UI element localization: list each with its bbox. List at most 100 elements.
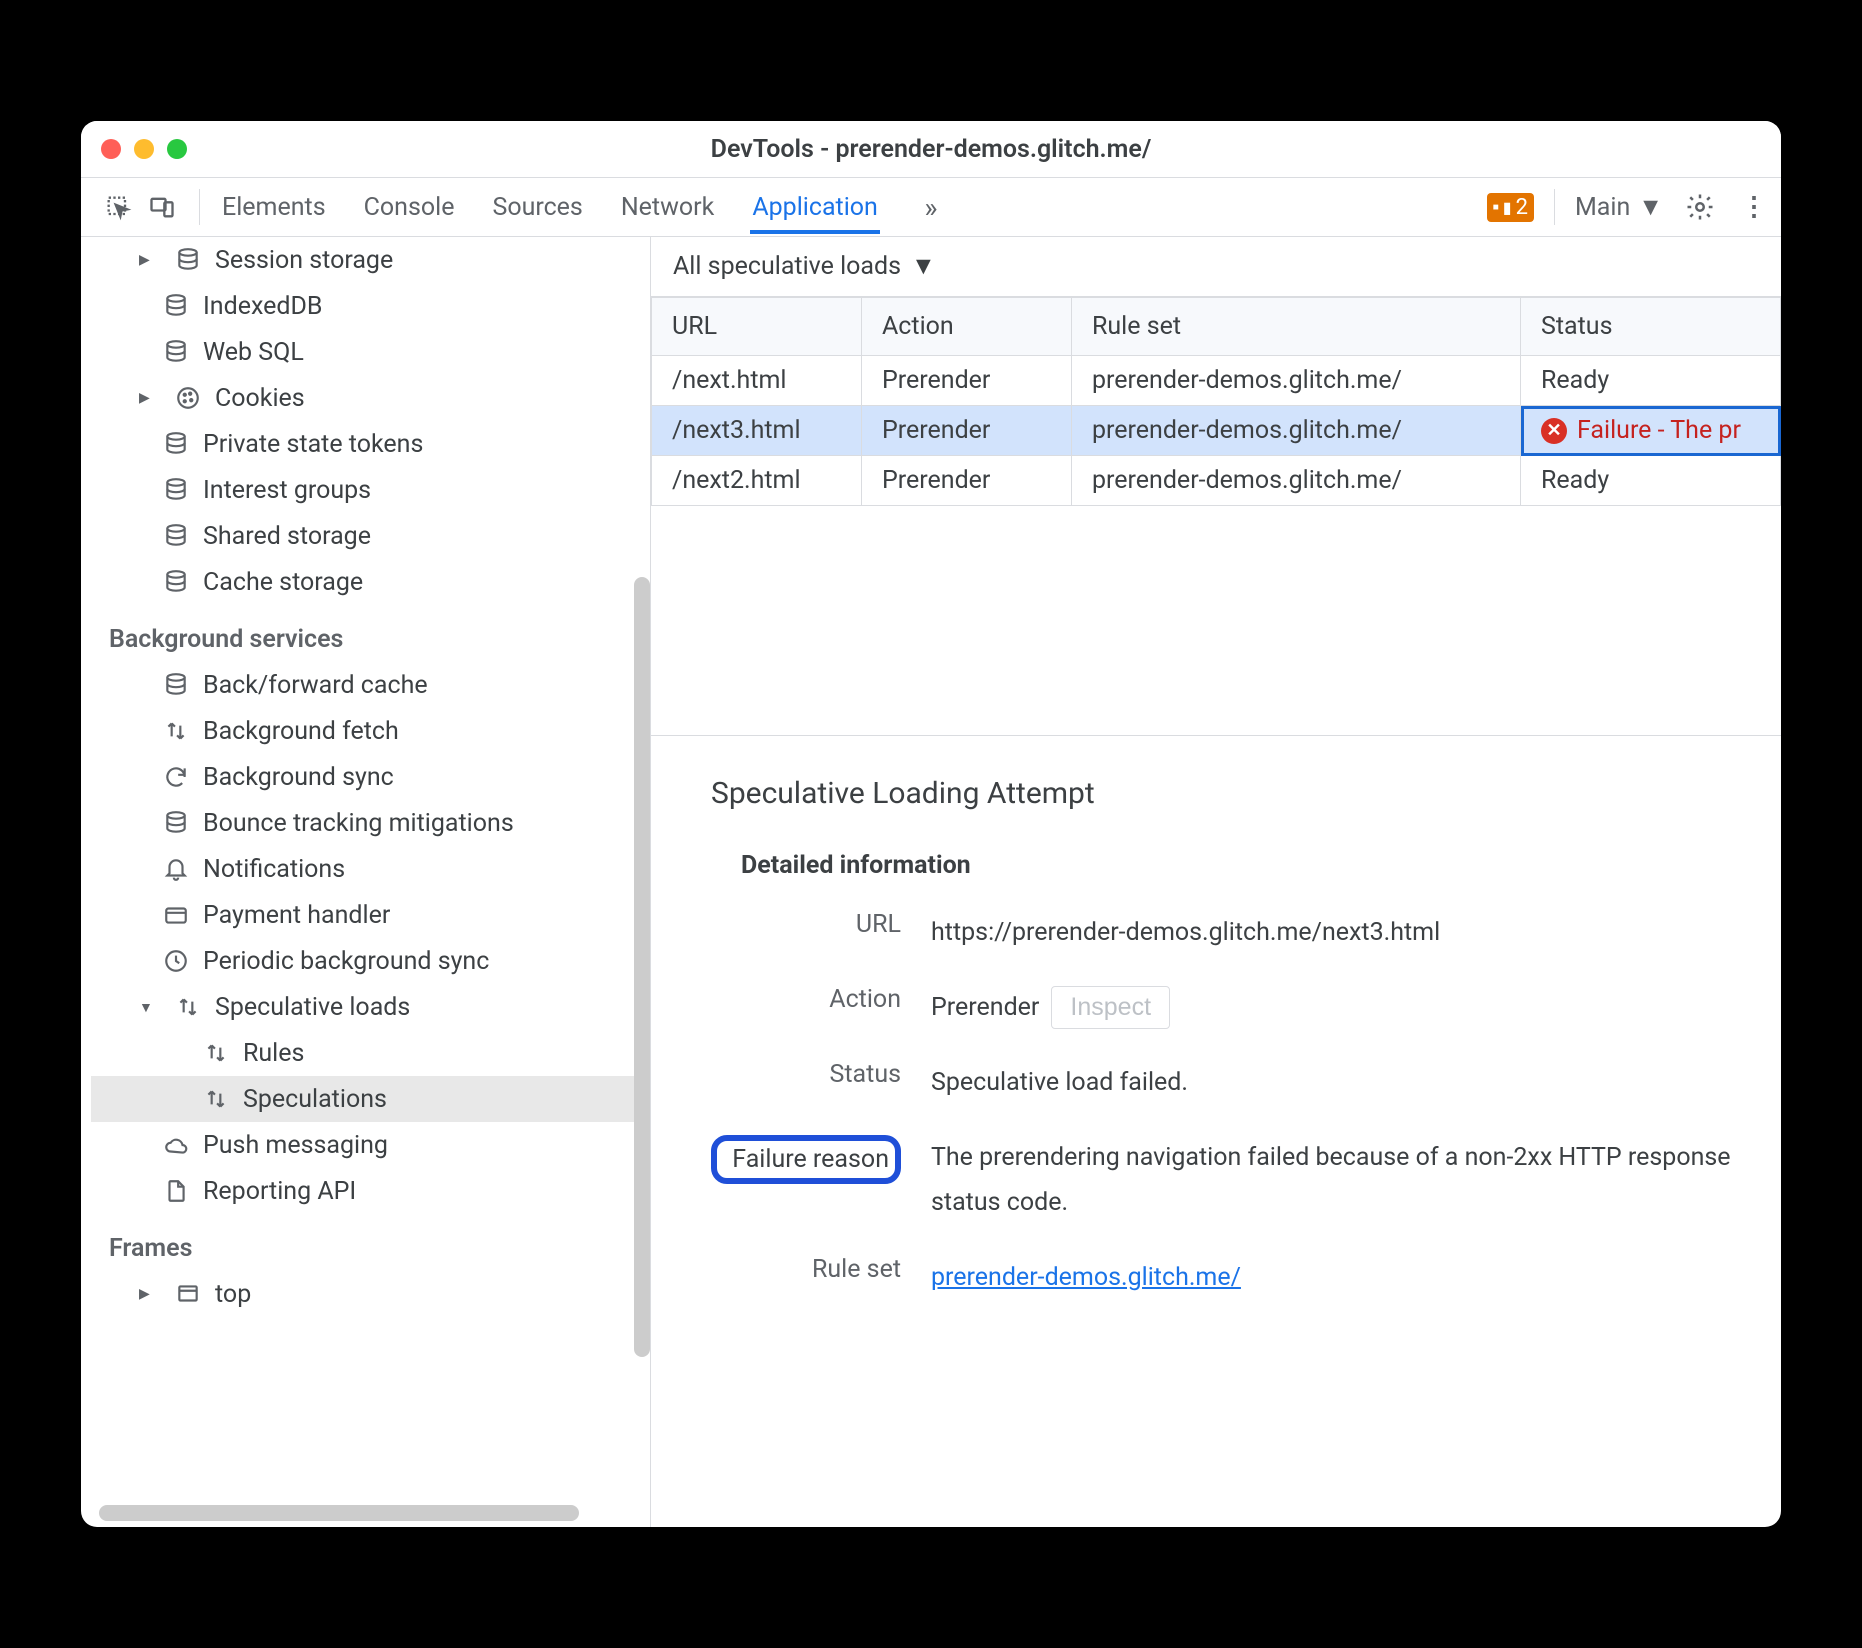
gear-icon[interactable] <box>1683 190 1717 224</box>
cell-status: ✕Failure - The pr <box>1521 406 1781 456</box>
sidebar-item-session-storage[interactable]: Session storage <box>91 237 650 283</box>
db-icon <box>161 291 191 321</box>
db-icon <box>173 245 203 275</box>
tab-elements[interactable]: Elements <box>220 181 328 234</box>
cell-ruleset: prerender-demos.glitch.me/ <box>1072 456 1521 506</box>
bg-services-heading: Background services <box>81 605 650 662</box>
card-icon <box>161 900 191 930</box>
caret-icon <box>139 1286 157 1302</box>
window-title: DevTools - prerender-demos.glitch.me/ <box>101 135 1761 164</box>
detail-ruleset-key: Rule set <box>711 1255 901 1284</box>
sidebar-item-cache-storage[interactable]: Cache storage <box>91 559 650 605</box>
sidebar-item-indexeddb[interactable]: IndexedDB <box>91 283 650 329</box>
col-url[interactable]: URL <box>652 298 862 356</box>
sidebar-item-private-state-tokens[interactable]: Private state tokens <box>91 421 650 467</box>
warnings-badge[interactable]: ▮2 <box>1487 193 1534 222</box>
col-action[interactable]: Action <box>862 298 1072 356</box>
tab-network[interactable]: Network <box>619 181 716 234</box>
cell-ruleset: prerender-demos.glitch.me/ <box>1072 356 1521 406</box>
sidebar-item-background-sync[interactable]: Background sync <box>91 754 650 800</box>
detail-subheading: Detailed information <box>741 851 1731 880</box>
detail-pane: Speculative Loading Attempt Detailed inf… <box>651 736 1781 1350</box>
sidebar-item-label: Periodic background sync <box>203 947 489 976</box>
table-row[interactable]: /next2.htmlPrerenderprerender-demos.glit… <box>652 456 1781 506</box>
sync-icon <box>161 762 191 792</box>
updown-icon <box>173 992 203 1022</box>
content-toolbar: All speculative loads ▼ <box>651 237 1781 297</box>
cell-ruleset: prerender-demos.glitch.me/ <box>1072 406 1521 456</box>
zoom-button[interactable] <box>167 139 187 159</box>
more-tabs-icon[interactable]: » <box>914 190 948 224</box>
sidebar-horizontal-scrollbar[interactable] <box>99 1505 579 1521</box>
cell-status: Ready <box>1521 356 1781 406</box>
sidebar-item-bounce-tracking-mitigations[interactable]: Bounce tracking mitigations <box>91 800 650 846</box>
db-icon <box>161 429 191 459</box>
sidebar-item-reporting-api[interactable]: Reporting API <box>91 1168 650 1214</box>
inspect-button[interactable]: Inspect <box>1051 986 1170 1029</box>
sidebar-item-label: Cookies <box>215 384 305 413</box>
db-icon <box>161 521 191 551</box>
caret-icon <box>139 390 157 406</box>
cell-action: Prerender <box>862 456 1072 506</box>
sidebar-item-background-fetch[interactable]: Background fetch <box>91 708 650 754</box>
status-text: Failure - The pr <box>1577 416 1741 445</box>
sidebar-item-label: Bounce tracking mitigations <box>203 809 514 838</box>
minimize-button[interactable] <box>134 139 154 159</box>
sidebar-item-speculative-loads[interactable]: Speculative loads <box>91 984 650 1030</box>
db-icon <box>161 670 191 700</box>
sidebar-item-back-forward-cache[interactable]: Back/forward cache <box>91 662 650 708</box>
frames-heading: Frames <box>81 1214 650 1271</box>
db-icon <box>161 475 191 505</box>
device-icon[interactable] <box>145 190 179 224</box>
sidebar-vertical-scrollbar[interactable] <box>634 577 650 1357</box>
inspect-icon[interactable] <box>101 190 135 224</box>
table-row[interactable]: /next.htmlPrerenderprerender-demos.glitc… <box>652 356 1781 406</box>
clock-icon <box>161 946 191 976</box>
cell-url: /next.html <box>652 356 862 406</box>
filter-label: All speculative loads <box>673 252 901 281</box>
sidebar-item-payment-handler[interactable]: Payment handler <box>91 892 650 938</box>
table-row[interactable]: /next3.htmlPrerenderprerender-demos.glit… <box>652 406 1781 456</box>
sidebar-item-push-messaging[interactable]: Push messaging <box>91 1122 650 1168</box>
sidebar-item-label: Background sync <box>203 763 394 792</box>
detail-action-value: PrerenderInspect <box>931 985 1731 1030</box>
sidebar-item-label: Cache storage <box>203 568 363 597</box>
sidebar-item-speculations[interactable]: Speculations <box>91 1076 650 1122</box>
devtools-window: DevTools - prerender-demos.glitch.me/ El… <box>81 121 1781 1527</box>
cell-url: /next3.html <box>652 406 862 456</box>
col-status[interactable]: Status <box>1521 298 1781 356</box>
panel-tabs: Elements Console Sources Network Applica… <box>220 181 948 234</box>
warnings-count: 2 <box>1516 195 1528 220</box>
sidebar: Session storage IndexedDBWeb SQL Cookies Pr… <box>81 237 651 1527</box>
sidebar-item-label: Session storage <box>215 246 393 275</box>
sidebar-item-label: Notifications <box>203 855 345 884</box>
sidebar-item-label: Private state tokens <box>203 430 423 459</box>
detail-ruleset-link[interactable]: prerender-demos.glitch.me/ <box>931 1263 1241 1292</box>
status-text: Ready <box>1541 366 1609 395</box>
cell-action: Prerender <box>862 356 1072 406</box>
filter-dropdown[interactable]: All speculative loads ▼ <box>673 252 936 281</box>
sidebar-item-cookies[interactable]: Cookies <box>91 375 650 421</box>
tab-sources[interactable]: Sources <box>490 181 584 234</box>
kebab-icon[interactable]: ⋮ <box>1737 190 1771 224</box>
target-selector[interactable]: Main▼ <box>1575 193 1663 222</box>
sidebar-item-rules[interactable]: Rules <box>91 1030 650 1076</box>
doc-icon <box>161 1176 191 1206</box>
bell-icon <box>161 854 191 884</box>
tab-application[interactable]: Application <box>750 181 880 234</box>
close-button[interactable] <box>101 139 121 159</box>
sidebar-item-label: Speculative loads <box>215 993 410 1022</box>
tab-console[interactable]: Console <box>362 181 457 234</box>
chevron-down-icon: ▼ <box>911 252 936 281</box>
detail-url-key: URL <box>711 910 901 939</box>
updown-icon <box>201 1084 231 1114</box>
sidebar-item-periodic-background-sync[interactable]: Periodic background sync <box>91 938 650 984</box>
sidebar-item-shared-storage[interactable]: Shared storage <box>91 513 650 559</box>
sidebar-item-interest-groups[interactable]: Interest groups <box>91 467 650 513</box>
db-icon <box>161 808 191 838</box>
cookie-icon <box>173 383 203 413</box>
col-ruleset[interactable]: Rule set <box>1072 298 1521 356</box>
sidebar-item-web-sql[interactable]: Web SQL <box>91 329 650 375</box>
sidebar-item-top[interactable]: top <box>91 1271 650 1317</box>
sidebar-item-notifications[interactable]: Notifications <box>91 846 650 892</box>
